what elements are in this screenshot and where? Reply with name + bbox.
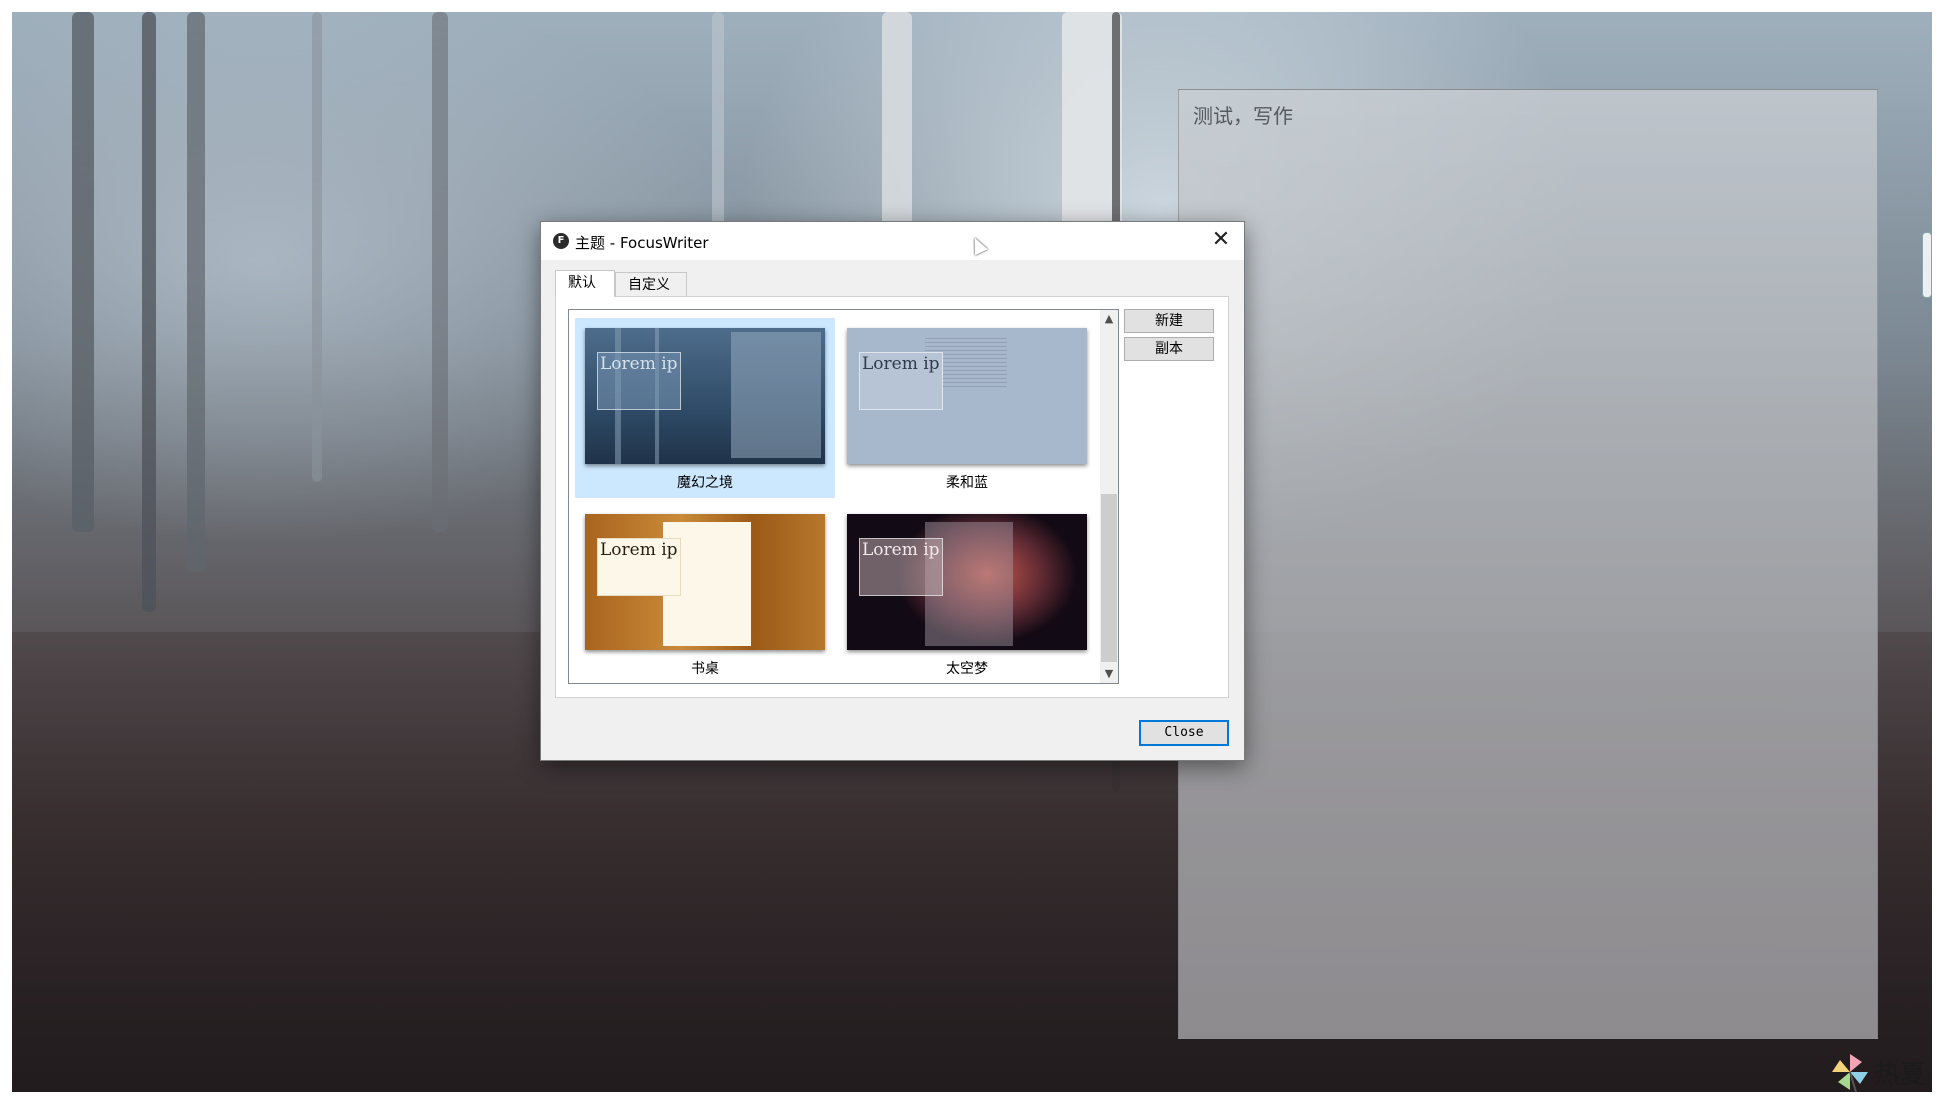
dialog-titlebar[interactable]: F 主题 - FocusWriter ✕ xyxy=(541,222,1244,260)
duplicate-theme-button[interactable]: 副本 xyxy=(1124,337,1214,361)
document-editor[interactable]: 测试，写作 xyxy=(1178,89,1878,1039)
theme-label: 柔和蓝 xyxy=(946,475,988,491)
scroll-up-arrow-icon[interactable]: ▲ xyxy=(1100,310,1118,328)
theme-item-desk[interactable]: Lorem ip sit amet p 书桌 xyxy=(575,504,835,683)
theme-label: 书桌 xyxy=(691,661,719,677)
theme-label: 太空梦 xyxy=(946,661,988,677)
thumb-preview-text: Lorem ip sit amet p xyxy=(859,352,943,410)
theme-list[interactable]: Lorem ip sit amet p 魔幻之境 Lorem ip sit am… xyxy=(568,309,1119,684)
dialog-title: 主题 - FocusWriter xyxy=(575,234,709,252)
theme-dialog: F 主题 - FocusWriter ✕ 默认 自定义 Lorem ip sit… xyxy=(540,221,1245,761)
new-theme-button[interactable]: 新建 xyxy=(1124,309,1214,333)
tree-trunk xyxy=(312,12,322,482)
watermark-text: 热夏 xyxy=(1874,1059,1927,1090)
editor-scrollbar[interactable] xyxy=(1922,232,1932,298)
tab-panel: Lorem ip sit amet p 魔幻之境 Lorem ip sit am… xyxy=(555,296,1229,698)
tree-trunk xyxy=(187,12,205,572)
focuswriter-app-icon: F xyxy=(553,233,569,249)
thumb-preview-text: Lorem ip sit amet p xyxy=(597,538,681,596)
theme-item-space-dream[interactable]: Lorem ip sit amet p 太空梦 xyxy=(837,504,1097,683)
watermark: 热夏 xyxy=(1830,1052,1927,1093)
scroll-down-arrow-icon[interactable]: ▼ xyxy=(1100,665,1118,683)
tree-trunk xyxy=(72,12,94,532)
tree-trunk xyxy=(432,12,448,532)
tab-default[interactable]: 默认 xyxy=(555,270,615,297)
close-icon[interactable]: ✕ xyxy=(1198,222,1244,260)
pinwheel-icon xyxy=(1830,1052,1870,1093)
tree-trunk xyxy=(142,12,156,612)
thumb-page xyxy=(731,332,821,458)
thumb-preview-text: Lorem ip sit amet p xyxy=(597,352,681,410)
tab-custom[interactable]: 自定义 xyxy=(615,272,687,296)
theme-item-soft-blue[interactable]: Lorem ip sit amet p 柔和蓝 xyxy=(837,318,1097,498)
theme-thumbnail: Lorem ip sit amet p xyxy=(585,328,825,464)
close-button[interactable]: Close xyxy=(1139,720,1229,746)
theme-thumbnail: Lorem ip sit amet p xyxy=(585,514,825,650)
theme-list-scrollbar[interactable]: ▲ ▼ xyxy=(1100,310,1118,683)
document-text[interactable]: 测试，写作 xyxy=(1193,100,1293,129)
theme-thumbnail: Lorem ip sit amet p xyxy=(847,328,1087,464)
scroll-thumb[interactable] xyxy=(1101,494,1117,662)
theme-label: 魔幻之境 xyxy=(677,475,733,491)
theme-thumbnail: Lorem ip sit amet p xyxy=(847,514,1087,650)
tree-trunk xyxy=(882,12,912,232)
theme-item-fantasy[interactable]: Lorem ip sit amet p 魔幻之境 xyxy=(575,318,835,498)
thumb-preview-text: Lorem ip sit amet p xyxy=(859,538,943,596)
